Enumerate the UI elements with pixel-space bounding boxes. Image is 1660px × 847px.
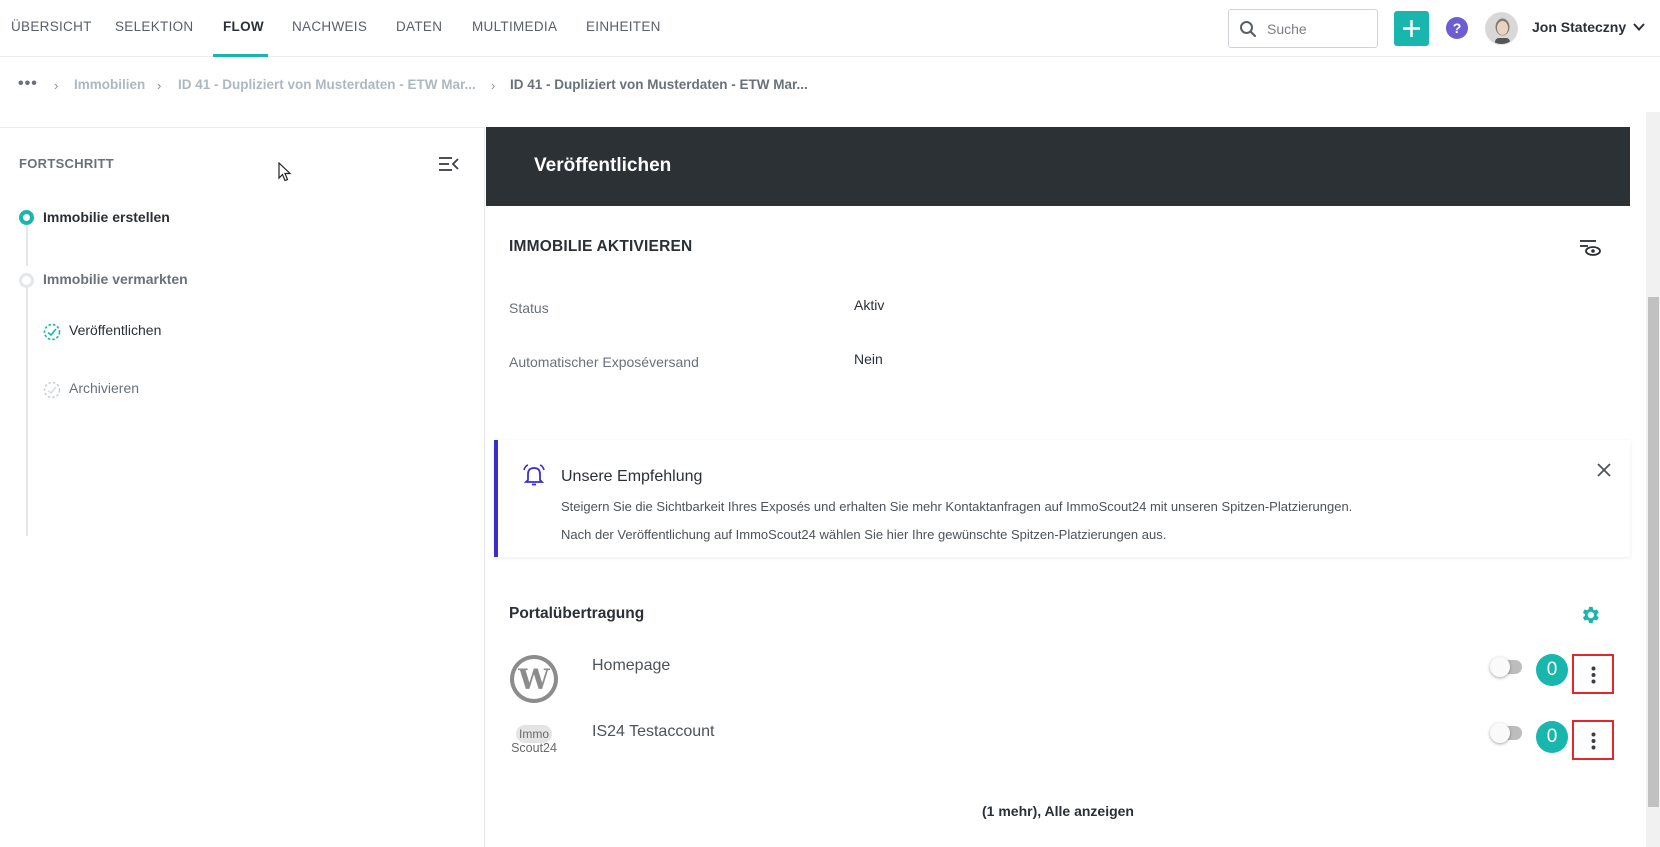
step-inactive-indicator <box>19 273 34 288</box>
plus-icon <box>1403 20 1420 37</box>
recommendation-text-1: Steigern Sie die Sichtbarkeit Ihres Expo… <box>561 499 1353 514</box>
search-box[interactable] <box>1228 9 1378 48</box>
tab-multimedia[interactable]: MULTIMEDIA <box>472 19 557 34</box>
mouse-cursor-icon <box>278 162 292 182</box>
breadcrumb-separator-icon: › <box>157 78 162 93</box>
breadcrumb-separator-icon: › <box>54 78 59 93</box>
tab-einheiten[interactable]: EINHEITEN <box>586 19 661 34</box>
user-name[interactable]: Jon Stateczny <box>1532 19 1626 35</box>
field-label-status: Status <box>509 300 549 316</box>
collapse-sidebar-icon[interactable] <box>438 155 460 173</box>
recommendation-banner: Unsere Empfehlung Steigern Sie die Sicht… <box>494 440 1630 557</box>
immoscout24-logo-icon: Immo Scout24 <box>509 725 559 765</box>
search-input[interactable] <box>1267 19 1367 39</box>
portal-count-badge: 0 <box>1536 654 1568 686</box>
field-label-auto-expose: Automatischer Exposéversand <box>509 354 699 370</box>
substep-archivieren[interactable]: Archivieren <box>69 380 139 396</box>
tab-nachweis[interactable]: NACHWEIS <box>292 19 367 34</box>
alarm-bell-icon <box>523 464 545 486</box>
portal-section-title: Portalübertragung <box>509 605 645 622</box>
more-vertical-icon <box>1591 666 1596 684</box>
more-vertical-icon <box>1591 732 1596 750</box>
breadcrumb-property[interactable]: ID 41 - Dupliziert von Musterdaten - ETW… <box>178 77 476 92</box>
search-icon <box>1240 21 1257 38</box>
gear-icon[interactable] <box>1579 604 1601 626</box>
field-value-auto-expose: Nein <box>854 351 883 367</box>
portal-name-is24: IS24 Testaccount <box>592 723 715 740</box>
portal-toggle-homepage[interactable] <box>1490 657 1522 677</box>
tab-daten[interactable]: DATEN <box>396 19 442 34</box>
user-avatar-icon <box>1486 13 1517 44</box>
portal-count-badge: 0 <box>1536 721 1568 753</box>
main-content: Veröffentlichen IMMOBILIE AKTIVIEREN Sta… <box>486 127 1630 847</box>
page-title: Veröffentlichen <box>534 155 672 176</box>
tab-flow[interactable]: FLOW <box>223 19 264 34</box>
avatar[interactable] <box>1485 12 1518 45</box>
scrollbar-thumb[interactable] <box>1648 297 1659 807</box>
substep-veroeffentlichen[interactable]: Veröffentlichen <box>69 322 161 338</box>
step-immobilie-erstellen[interactable]: Immobilie erstellen <box>43 209 170 225</box>
section-header: Veröffentlichen <box>486 127 1630 206</box>
section-title-activate: IMMOBILIE AKTIVIEREN <box>509 238 693 255</box>
svg-text:W: W <box>517 663 550 696</box>
immoscout-logo-bottom: Scout24 <box>511 741 557 755</box>
portal-toggle-is24[interactable] <box>1490 723 1522 743</box>
breadcrumb-more-icon[interactable]: ••• <box>18 75 38 93</box>
top-navigation: ÜBERSICHT SELEKTION FLOW NACHWEIS DATEN … <box>0 0 1660 57</box>
dashed-circle-icon <box>43 381 61 399</box>
step-connector <box>26 280 28 536</box>
breadcrumb-separator-icon: › <box>491 78 496 93</box>
portal-more-button[interactable] <box>1572 720 1614 760</box>
step-connector <box>26 224 28 266</box>
step-active-indicator <box>19 210 34 225</box>
progress-sidebar: FORTSCHRITT Immobilie erstellen Immobili… <box>0 127 485 847</box>
help-icon[interactable]: ? <box>1446 17 1468 39</box>
portal-name-homepage: Homepage <box>592 657 671 674</box>
breadcrumb: ••• › Immobilien › ID 41 - Dupliziert vo… <box>0 57 1660 112</box>
portal-more-button[interactable] <box>1572 654 1614 694</box>
breadcrumb-current: ID 41 - Dupliziert von Musterdaten - ETW… <box>510 77 808 92</box>
wordpress-logo-icon: W <box>510 655 558 703</box>
recommendation-title: Unsere Empfehlung <box>561 468 703 485</box>
show-all-portals-link[interactable]: (1 mehr), Alle anzeigen <box>486 803 1630 819</box>
dashed-check-circle-icon <box>43 323 61 341</box>
breadcrumb-immobilien[interactable]: Immobilien <box>74 77 145 92</box>
add-button[interactable] <box>1394 11 1429 46</box>
step-immobilie-vermarkten[interactable]: Immobilie vermarkten <box>43 271 188 287</box>
sidebar-title: FORTSCHRITT <box>19 156 115 171</box>
field-value-status: Aktiv <box>854 297 885 313</box>
close-icon[interactable] <box>1597 463 1611 477</box>
chevron-down-icon[interactable] <box>1632 20 1646 34</box>
recommendation-text-2: Nach der Veröffentlichung auf ImmoScout2… <box>561 527 1167 542</box>
tab-selektion[interactable]: SELEKTION <box>115 19 193 34</box>
tab-uebersicht[interactable]: ÜBERSICHT <box>11 19 92 34</box>
filter-eye-icon[interactable] <box>1579 239 1601 257</box>
